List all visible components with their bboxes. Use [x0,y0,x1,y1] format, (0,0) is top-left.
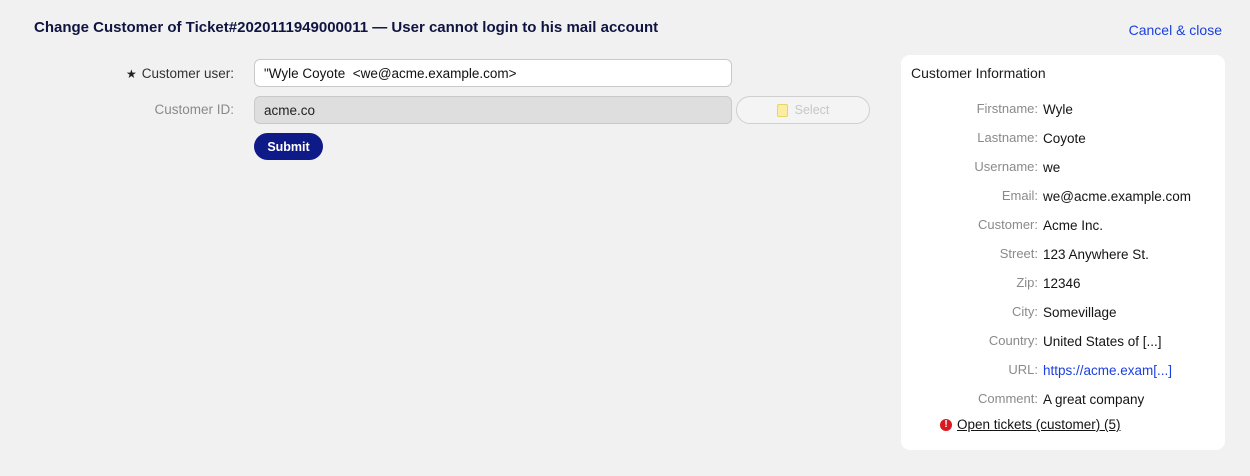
info-key: Country: [988,333,1038,348]
submit-button[interactable]: Submit [254,133,323,160]
info-key: Email: [1001,188,1038,203]
customer-info-title: Customer Information [911,65,1046,81]
info-row-street: Street: 123 Anywhere St. [901,246,1225,266]
select-icon [776,103,788,117]
customer-user-label-text: Customer user: [141,66,234,81]
info-value: 123 Anywhere St. [1043,247,1149,262]
info-row-url: URL: https://acme.exam[...] [901,362,1225,382]
info-value: Wyle [1043,102,1073,117]
info-row-zip: Zip: 12346 [901,275,1225,295]
info-key: Zip: [1016,275,1038,290]
info-value: United States of [...] [1043,334,1162,349]
select-button-label: Select [794,103,830,117]
info-value: Coyote [1043,131,1086,146]
info-key: City: [1012,304,1038,319]
info-value: 12346 [1043,276,1081,291]
open-tickets-row: ! Open tickets (customer) (5) [940,417,1121,432]
info-row-firstname: Firstname: Wyle [901,101,1225,121]
customer-url-link[interactable]: https://acme.exam[...] [1043,363,1172,378]
info-value: we [1043,160,1061,175]
info-value: Acme Inc. [1043,218,1104,233]
info-value: A great company [1043,392,1145,407]
info-key: Street: [999,246,1038,261]
customer-user-label: ★ Customer user: [0,66,234,81]
info-value: we@acme.example.com [1043,189,1192,204]
info-key: URL: [1008,362,1038,377]
info-row-city: City: Somevillage [901,304,1225,324]
info-row-email: Email: we@acme.example.com [901,188,1225,208]
info-row-customer: Customer: Acme Inc. [901,217,1225,237]
page-title: Change Customer of Ticket#20201119490000… [34,19,659,36]
info-key: Customer: [978,217,1038,232]
exclamation-circle-icon: ! [940,418,952,431]
customer-info-panel: Customer Information Firstname: Wyle Las… [901,55,1225,450]
customer-user-input[interactable] [254,59,732,87]
info-value: Somevillage [1043,305,1117,320]
info-key: Username: [974,159,1038,174]
info-row-lastname: Lastname: Coyote [901,130,1225,150]
info-key: Comment: [978,391,1038,406]
required-star-icon: ★ [125,67,137,81]
info-row-country: Country: United States of [...] [901,333,1225,353]
cancel-close-link[interactable]: Cancel & close [1129,22,1222,38]
info-key: Lastname: [977,130,1038,145]
open-tickets-link[interactable]: Open tickets (customer) (5) [957,417,1121,432]
select-button: Select [736,96,870,124]
info-row-comment: Comment: A great company [901,391,1225,411]
customer-id-label: Customer ID: [154,102,234,117]
info-row-username: Username: we [901,159,1225,179]
customer-id-input [254,96,732,124]
info-key: Firstname: [976,101,1038,116]
